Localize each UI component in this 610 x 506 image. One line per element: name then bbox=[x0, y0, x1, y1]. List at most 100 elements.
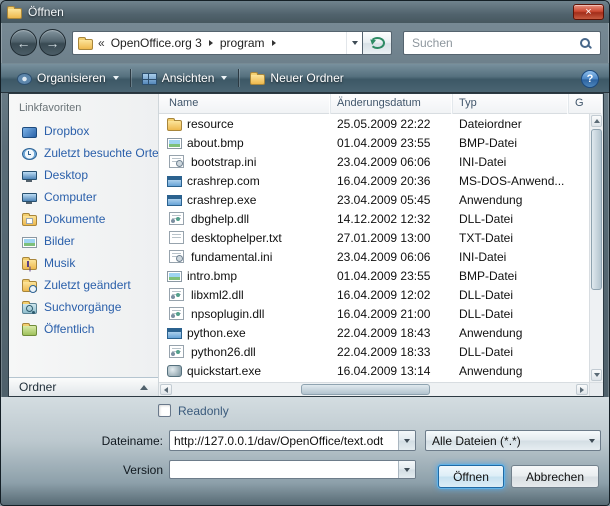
file-list: Name Änderungsdatum Typ G resource25.05.… bbox=[159, 94, 603, 396]
address-bar[interactable]: « OpenOffice.org 3 program bbox=[72, 31, 363, 55]
sidebar-item-recently-changed[interactable]: Zuletzt geändert bbox=[9, 274, 158, 296]
breadcrumb-separator-icon bbox=[209, 40, 213, 46]
file-icon bbox=[167, 138, 182, 149]
version-dropdown-button[interactable] bbox=[398, 461, 415, 478]
file-type: INI-Datei bbox=[453, 155, 569, 169]
sidebar-item-searches[interactable]: Suchvorgänge bbox=[9, 296, 158, 318]
file-row[interactable]: quickstart.exe16.04.2009 13:14Anwendung bbox=[159, 361, 589, 380]
search-input[interactable] bbox=[410, 35, 579, 51]
file-name: npsoplugin.dll bbox=[191, 307, 264, 321]
toolbar-separator bbox=[238, 69, 239, 87]
sidebar-item-label: Desktop bbox=[44, 168, 88, 182]
file-row[interactable]: crashrep.com16.04.2009 20:36MS-DOS-Anwen… bbox=[159, 171, 589, 190]
scroll-up-button[interactable] bbox=[591, 115, 602, 127]
readonly-checkbox[interactable] bbox=[158, 404, 171, 417]
vertical-scroll-thumb[interactable] bbox=[591, 129, 602, 290]
chevron-down-icon bbox=[404, 439, 410, 443]
column-header-size[interactable]: G bbox=[569, 94, 603, 114]
file-row[interactable]: python.exe22.04.2009 18:43Anwendung bbox=[159, 323, 589, 342]
file-row[interactable]: bootstrap.ini23.04.2009 06:06INI-Datei bbox=[159, 152, 589, 171]
window-icon bbox=[7, 8, 22, 19]
filetype-dropdown-button[interactable] bbox=[583, 439, 600, 443]
file-row[interactable]: resource25.05.2009 22:22Dateiordner bbox=[159, 114, 589, 133]
file-name: bootstrap.ini bbox=[191, 155, 256, 169]
file-rows: resource25.05.2009 22:22Dateiordner abou… bbox=[159, 114, 589, 382]
column-header-type[interactable]: Typ bbox=[453, 94, 569, 114]
column-header-name[interactable]: Name bbox=[159, 94, 331, 114]
file-row[interactable]: libxml2.dll16.04.2009 12:02DLL-Datei bbox=[159, 285, 589, 304]
file-date: 25.05.2009 22:22 bbox=[331, 117, 453, 131]
file-row[interactable]: npsoplugin.dll16.04.2009 21:00DLL-Datei bbox=[159, 304, 589, 323]
file-type: BMP-Datei bbox=[453, 269, 569, 283]
sidebar-item-recent-places[interactable]: Zuletzt besuchte Orte bbox=[9, 142, 158, 164]
sidebar-item-label: Öffentlich bbox=[44, 322, 94, 336]
titlebar[interactable]: Öffnen × bbox=[1, 1, 609, 23]
scroll-left-button[interactable] bbox=[160, 384, 172, 395]
help-button[interactable]: ? bbox=[581, 70, 599, 88]
filename-combo[interactable] bbox=[169, 430, 416, 451]
version-combo[interactable] bbox=[169, 460, 416, 479]
file-row[interactable]: desktophelper.txt27.01.2009 13:00TXT-Dat… bbox=[159, 228, 589, 247]
file-row[interactable]: about.bmp01.04.2009 23:55BMP-Datei bbox=[159, 133, 589, 152]
column-header-date[interactable]: Änderungsdatum bbox=[331, 94, 453, 114]
vertical-scrollbar[interactable] bbox=[589, 114, 603, 382]
horizontal-scrollbar[interactable] bbox=[159, 382, 589, 396]
file-date: 23.04.2009 06:06 bbox=[331, 250, 453, 264]
folders-expander[interactable]: Ordner bbox=[9, 377, 158, 396]
chevron-down-icon bbox=[113, 76, 119, 80]
recently-changed-icon bbox=[22, 281, 37, 292]
file-date: 22.04.2009 18:33 bbox=[331, 345, 453, 359]
search-box[interactable] bbox=[403, 31, 601, 55]
sidebar-item-desktop[interactable]: Desktop bbox=[9, 164, 158, 186]
file-date: 27.01.2009 13:00 bbox=[331, 231, 453, 245]
file-type: INI-Datei bbox=[453, 250, 569, 264]
file-row[interactable]: python26.dll22.04.2009 18:33DLL-Datei bbox=[159, 342, 589, 361]
sidebar-item-dropbox[interactable]: Dropbox bbox=[9, 120, 158, 142]
forward-button[interactable]: → bbox=[39, 29, 66, 56]
sidebar-item-documents[interactable]: Dokumente bbox=[9, 208, 158, 230]
breadcrumb-item[interactable]: program bbox=[217, 36, 268, 50]
sidebar-item-pictures[interactable]: Bilder bbox=[9, 230, 158, 252]
scroll-right-button[interactable] bbox=[576, 384, 588, 395]
back-button[interactable]: ← bbox=[10, 29, 37, 56]
file-row[interactable]: crashrep.exe23.04.2009 05:45Anwendung bbox=[159, 190, 589, 209]
file-icon bbox=[167, 365, 182, 377]
sidebar-item-music[interactable]: Musik bbox=[9, 252, 158, 274]
computer-icon bbox=[22, 193, 37, 202]
refresh-button[interactable] bbox=[362, 31, 392, 55]
chevron-up-icon bbox=[594, 119, 600, 123]
breadcrumb-overflow-button[interactable]: « bbox=[98, 36, 105, 50]
documents-icon bbox=[22, 215, 37, 226]
search-icon[interactable] bbox=[579, 37, 594, 50]
address-history-dropdown[interactable] bbox=[346, 32, 362, 54]
filename-dropdown-button[interactable] bbox=[398, 431, 415, 450]
breadcrumb-separator-icon bbox=[272, 40, 276, 46]
new-folder-icon bbox=[250, 74, 265, 85]
file-icon bbox=[167, 120, 182, 131]
filetype-select[interactable]: Alle Dateien (*.*) bbox=[425, 430, 601, 451]
horizontal-scroll-thumb[interactable] bbox=[301, 384, 430, 395]
sidebar-item-label: Dropbox bbox=[44, 124, 89, 138]
scroll-down-button[interactable] bbox=[591, 369, 602, 381]
breadcrumb-item[interactable]: OpenOffice.org 3 bbox=[108, 36, 205, 50]
chevron-down-icon bbox=[589, 439, 595, 443]
filename-input[interactable] bbox=[170, 431, 398, 450]
file-name: python26.dll bbox=[191, 345, 256, 359]
open-button[interactable]: Öffnen bbox=[438, 465, 504, 488]
file-type: Anwendung bbox=[453, 326, 569, 340]
file-type: Anwendung bbox=[453, 193, 569, 207]
file-row[interactable]: fundamental.ini23.04.2009 06:06INI-Datei bbox=[159, 247, 589, 266]
file-icon bbox=[169, 155, 184, 168]
dialog-footer: Readonly Dateiname: Alle Dateien (*.*) V… bbox=[1, 397, 609, 506]
cancel-button[interactable]: Abbrechen bbox=[511, 465, 599, 488]
version-input[interactable] bbox=[170, 461, 398, 478]
organize-button[interactable]: Organisieren bbox=[9, 67, 127, 89]
file-row[interactable]: intro.bmp01.04.2009 23:55BMP-Datei bbox=[159, 266, 589, 285]
file-row[interactable]: dbghelp.dll14.12.2002 12:32DLL-Datei bbox=[159, 209, 589, 228]
file-type: BMP-Datei bbox=[453, 136, 569, 150]
new-folder-button[interactable]: Neuer Ordner bbox=[242, 67, 351, 89]
sidebar-item-public[interactable]: Öffentlich bbox=[9, 318, 158, 340]
views-button[interactable]: Ansichten bbox=[134, 67, 236, 89]
close-button[interactable]: × bbox=[573, 4, 604, 20]
sidebar-item-computer[interactable]: Computer bbox=[9, 186, 158, 208]
